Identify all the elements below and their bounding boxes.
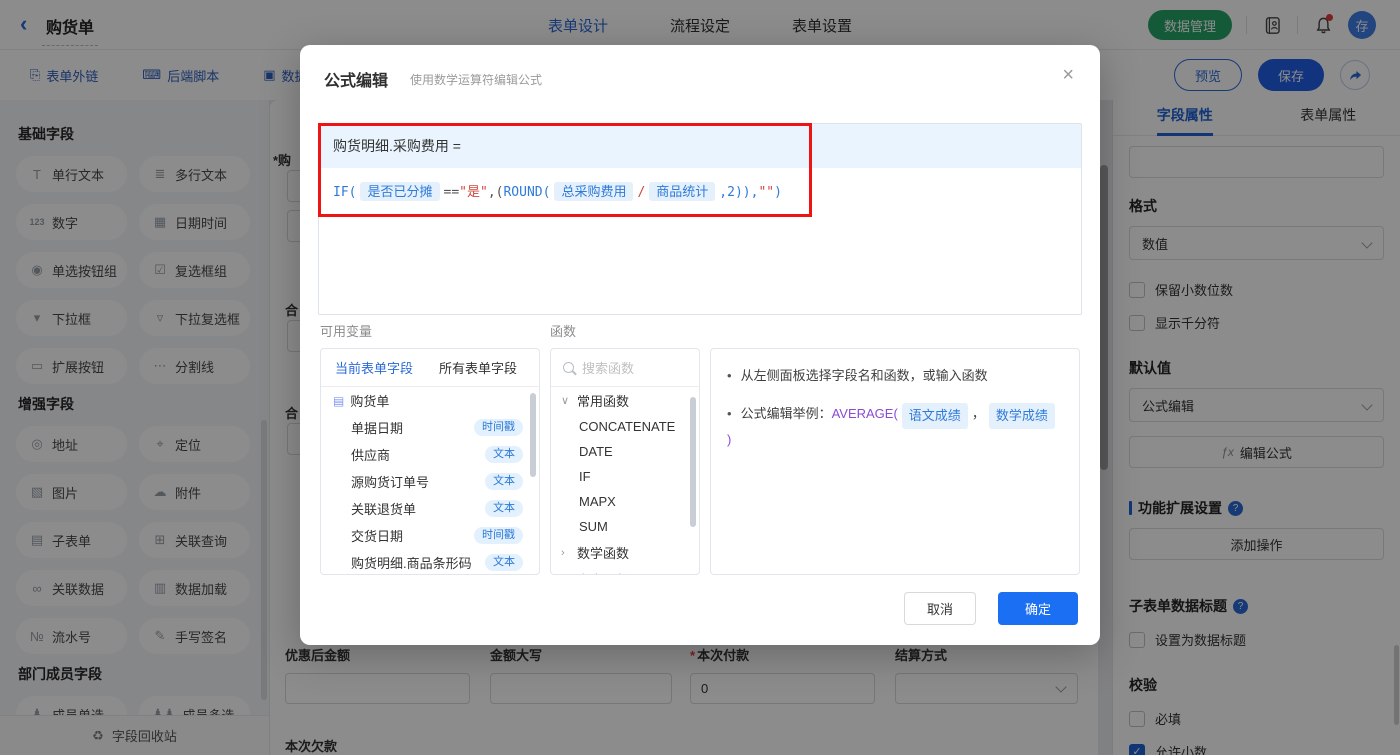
chevron-closed-icon: › [561,574,571,575]
variable-item[interactable]: 单据日期 时间戳 [321,414,539,441]
tree-root-label: 购货单 [350,394,390,409]
example-field-chip: 语文成绩 [901,403,968,429]
formula-token: == [443,185,460,200]
formula-editor-modal: 公式编辑 使用数学运算符编辑公式 × 购货明细.采购费用 = IF(是否已分摊 =… [300,45,1100,645]
type-badge: 文本 [485,500,523,517]
formula-token: ) [774,185,782,200]
variable-item[interactable]: 源购货订单号 文本 [321,468,539,495]
chevron-open-icon: ∨ [561,395,570,407]
variables-label: 可用变量 [320,324,373,339]
formula-token: "是" [459,185,488,200]
type-badge: 时间戳 [474,419,523,436]
function-group-common[interactable]: ∨ 常用函数 [551,387,699,414]
function-search-input[interactable]: 搜索函数 [551,349,699,387]
type-badge: 文本 [485,446,523,463]
formula-editor-box: 购货明细.采购费用 = IF(是否已分摊 =="是",(ROUND(总采购费用 / 商… [318,123,1082,315]
function-item[interactable]: CONCATENATE [551,414,699,439]
confirm-button[interactable]: 确定 [998,592,1078,625]
help-line-1: • 从左侧面板选择字段名和函数，或输入函数 [727,365,1063,387]
function-group-math[interactable]: › 数学函数 [551,539,699,566]
cancel-button[interactable]: 取消 [904,592,976,625]
field-chip[interactable]: 商品统计 [649,182,716,201]
document-icon: ▤ [333,393,345,408]
variable-item[interactable]: 供应商 文本 [321,441,539,468]
formula-target: 购货明细.采购费用 = [319,124,1081,168]
help-panel: • 从左侧面板选择字段名和函数，或输入函数 • 公式编辑举例： AVERAGE(… [710,348,1080,575]
search-placeholder: 搜索函数 [582,361,635,376]
modal-title: 公式编辑 [324,73,389,90]
function-item[interactable]: SUM [551,514,699,539]
formula-token: ,2)), [719,185,759,200]
close-icon[interactable]: × [1062,65,1074,85]
type-badge: 文本 [485,473,523,490]
tab-current-form-fields[interactable]: 当前表单字段 [335,358,413,377]
tab-all-form-fields[interactable]: 所有表单字段 [439,358,517,377]
modal-subtitle: 使用数学运算符编辑公式 [410,73,543,87]
variable-item[interactable]: 交货日期 时间戳 [321,522,539,549]
variable-tree-root[interactable]: ▤ 购货单 [321,387,539,414]
function-item[interactable]: DATE [551,439,699,464]
function-item[interactable]: MAPX [551,489,699,514]
formula-token: IF( [333,185,357,200]
formula-token: ,( [487,185,504,200]
formula-expression[interactable]: IF(是否已分摊 =="是",(ROUND(总采购费用 / 商品统计 ,2)),"") [319,168,1081,217]
bullet-icon: • [727,406,732,421]
variables-panel: 当前表单字段 所有表单字段 ▤ 购货单 单据日期 时间戳 供应商 文本 源购货订单号… [320,348,540,575]
example-field-chip: 数学成绩 [988,403,1055,429]
type-badge: 文本 [485,554,523,571]
variable-item[interactable]: 关联退货单 文本 [321,495,539,522]
functions-label: 函数 [550,324,577,339]
chevron-closed-icon: › [561,546,565,559]
help-line-2: • 公式编辑举例： AVERAGE( 语文成绩 ， 数学成绩 ) [727,403,1063,451]
field-chip[interactable]: 总采购费用 [554,182,634,201]
formula-token: / [637,185,646,200]
field-chip[interactable]: 是否已分摊 [360,182,440,201]
functions-panel: 搜索函数 ∨ 常用函数 CONCATENATE DATE IF MAPX SUM… [550,348,700,575]
function-item[interactable]: IF [551,464,699,489]
search-icon [563,362,574,373]
type-badge: 时间戳 [474,527,523,544]
formula-token: ROUND( [503,185,551,200]
variables-scrollbar[interactable] [530,393,536,477]
function-group-text[interactable]: › 文本函数 [551,566,699,575]
bullet-icon: • [727,368,732,383]
variable-item[interactable]: 购货明细.商品条形码 文本 [321,549,539,574]
formula-token: "" [758,185,775,200]
functions-scrollbar[interactable] [690,397,696,527]
